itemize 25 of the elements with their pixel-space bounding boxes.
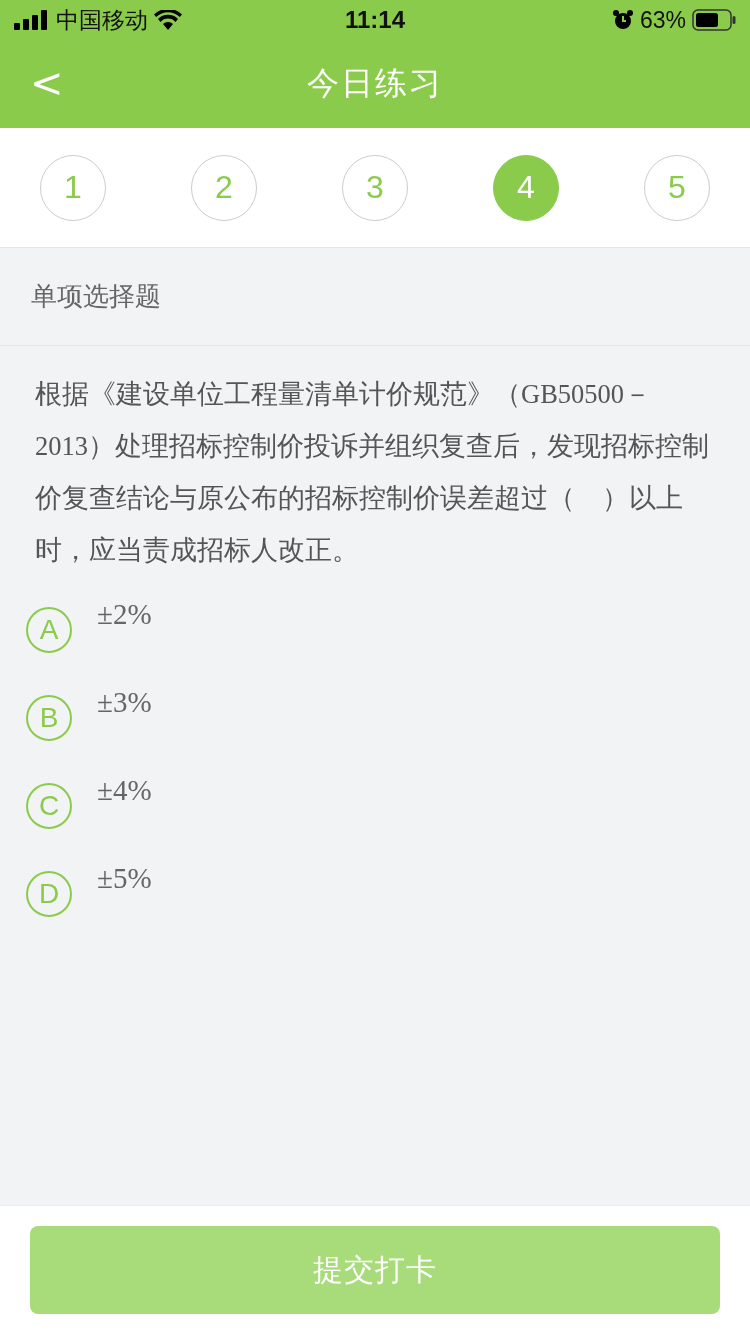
option-letter[interactable]: B <box>26 695 72 741</box>
option-letter[interactable]: A <box>26 607 72 653</box>
option-text[interactable]: ±5% <box>97 862 152 895</box>
alarm-icon <box>611 9 634 31</box>
page-title: 今日练习 <box>307 63 443 104</box>
back-button[interactable]: < <box>22 58 72 108</box>
option-text[interactable]: ±2% <box>97 598 152 631</box>
question-number-tab[interactable]: 4 <box>493 154 559 221</box>
battery-icon <box>692 9 736 31</box>
option-text[interactable]: ±4% <box>97 774 152 807</box>
section-title: 单项选择题 <box>0 248 750 346</box>
option-letter[interactable]: C <box>26 783 72 829</box>
wifi-icon <box>154 10 182 30</box>
question-number-tab[interactable]: 3 <box>342 154 408 221</box>
question-number-tab[interactable]: 1 <box>40 154 106 221</box>
question-text: 根据《建设单位工程量清单计价规范》（GB50500－2013）处理招标控制价投诉并组织复查后，发现招标控制价复查结论与原公布的招标控制价误差超过（ ）以上时，应当责成招标人改正。 <box>35 378 710 567</box>
signal-icon <box>14 10 50 30</box>
carrier-name: 中国移动 <box>56 5 148 35</box>
question-number-tab[interactable]: 5 <box>644 154 710 221</box>
clock-time: 11:14 <box>344 6 406 34</box>
battery-percent: 63% <box>639 6 686 34</box>
submit-button[interactable]: 提交打卡 <box>30 1226 720 1314</box>
question-number-tab[interactable]: 2 <box>191 154 257 221</box>
option-text[interactable]: ±3% <box>97 686 152 719</box>
option-letter[interactable]: D <box>26 871 72 917</box>
